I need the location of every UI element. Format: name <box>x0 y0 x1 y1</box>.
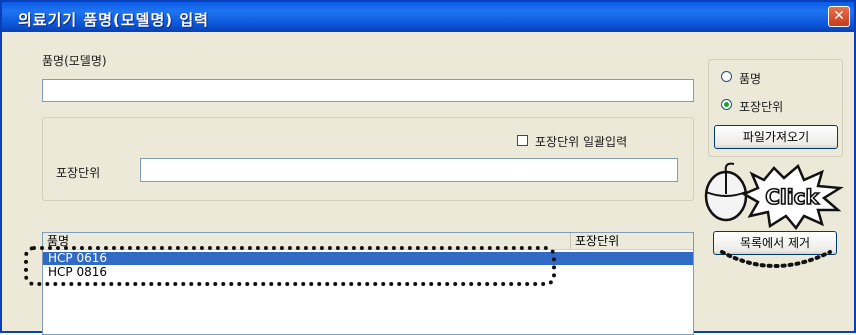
list-row[interactable]: HCP 0616 <box>43 252 693 265</box>
bulk-input-label: 포장단위 일괄입력 <box>535 135 628 149</box>
radio-name-button[interactable] <box>721 71 732 82</box>
package-unit-label: 포장단위 <box>56 166 101 180</box>
row-name-cell: HCP 0816 <box>48 265 107 279</box>
radio-package-label: 포장단위 <box>739 100 784 114</box>
product-list[interactable]: 품명 포장단위 HCP 0616 HCP 0816 <box>42 232 694 335</box>
model-name-input[interactable] <box>43 80 693 101</box>
window-title: 의료기기 품명(모델명) 입력 <box>18 11 209 29</box>
starburst-icon <box>741 163 844 230</box>
package-unit-input[interactable] <box>141 159 677 181</box>
column-header-unit[interactable]: 포장단위 <box>571 233 693 249</box>
mode-radio-group: 품명 포장단위 파일가져오기 <box>708 59 843 157</box>
click-annotation: Click <box>704 162 844 230</box>
column-header-name[interactable]: 품명 <box>43 233 571 249</box>
list-row[interactable]: HCP 0816 <box>43 266 693 279</box>
package-unit-group: 포장단위 일괄입력 포장단위 <box>42 117 694 201</box>
remove-from-list-button[interactable]: 목록에서 제거 <box>713 231 837 255</box>
radio-name-label: 품명 <box>739 72 762 86</box>
close-icon: ✕ <box>833 8 845 24</box>
dialog-window: 의료기기 품명(모델명) 입력 ✕ 품명(모델명) 품명 포장단위 파일가져오기… <box>0 0 856 335</box>
row-name-cell: HCP 0616 <box>48 251 107 265</box>
click-text: Click <box>765 185 819 209</box>
model-name-label: 품명(모델명) <box>42 54 107 68</box>
title-bar[interactable]: 의료기기 품명(모델명) 입력 ✕ <box>2 2 854 32</box>
bulk-input-checkbox[interactable] <box>517 135 528 146</box>
package-unit-field[interactable] <box>140 158 678 182</box>
close-button[interactable]: ✕ <box>828 6 850 27</box>
radio-package-button[interactable] <box>721 99 732 110</box>
mouse-icon <box>704 162 748 222</box>
import-file-button[interactable]: 파일가져오기 <box>714 125 838 149</box>
model-name-field[interactable] <box>42 79 694 102</box>
list-header: 품명 포장단위 <box>43 233 693 250</box>
